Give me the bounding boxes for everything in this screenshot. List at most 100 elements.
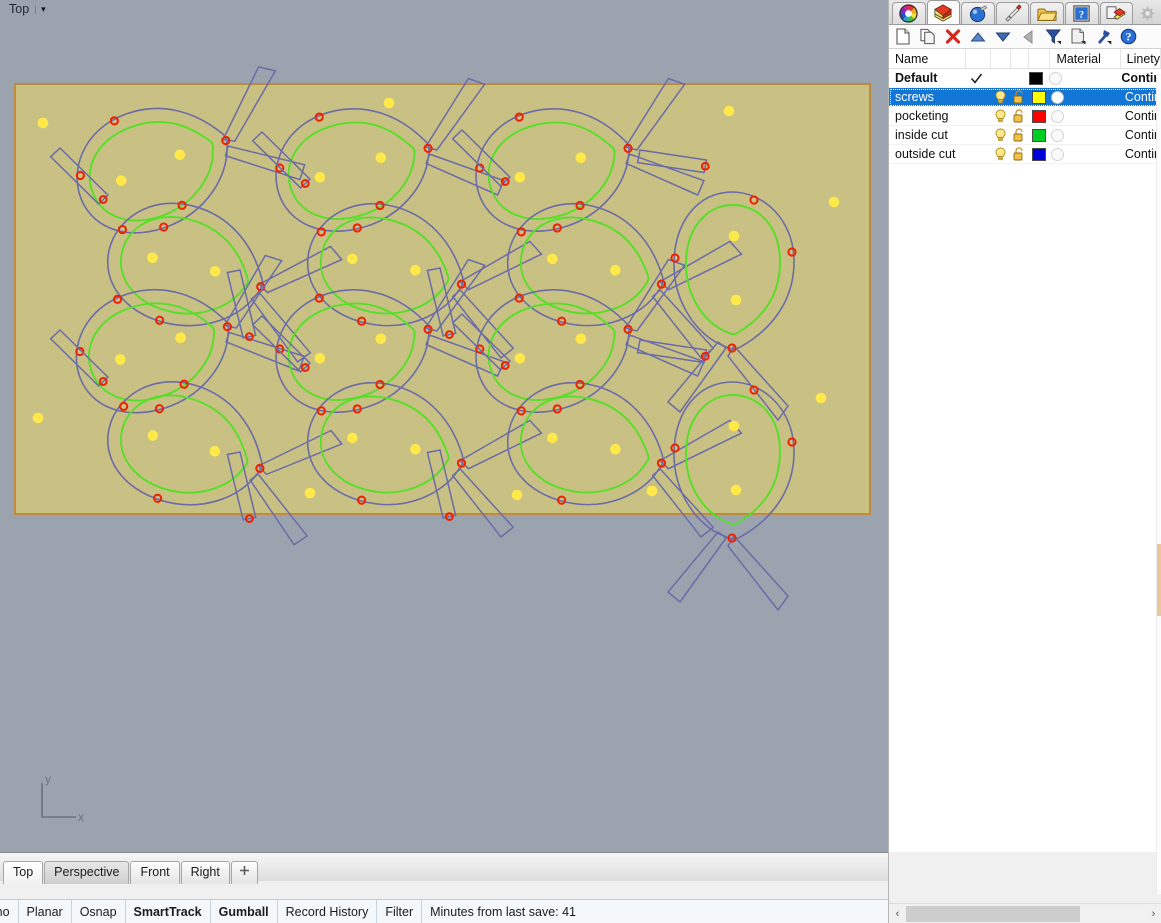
material-plate — [14, 83, 871, 515]
panel-tab-color-wheel[interactable] — [892, 2, 926, 24]
layer-visibility-toggle[interactable] — [991, 90, 1010, 104]
layer-color-swatch[interactable] — [1028, 147, 1049, 161]
tools-button[interactable] — [1091, 26, 1115, 48]
table-row[interactable]: screws Contin — [889, 88, 1161, 107]
new-page-icon — [896, 28, 910, 45]
layer-material[interactable] — [1049, 128, 1119, 142]
copy-layer-button[interactable] — [916, 26, 940, 48]
screw-hole — [815, 392, 827, 404]
unlock-icon — [1013, 147, 1023, 161]
panel-options-gear-button[interactable] — [1134, 2, 1160, 24]
scroll-left-arrow-icon[interactable]: ‹ — [889, 905, 906, 923]
delete-layer-button[interactable] — [941, 26, 965, 48]
table-row[interactable]: inside cut Contin — [889, 126, 1161, 145]
hscroll-thumb[interactable] — [906, 905, 1080, 922]
layer-material[interactable] — [1049, 90, 1119, 104]
properties-button[interactable] — [1066, 26, 1090, 48]
layer-name[interactable]: pocketing — [889, 109, 966, 123]
layer-name[interactable]: screws — [889, 90, 966, 104]
panel-tab-strip[interactable]: ? — [889, 0, 1161, 25]
scroll-right-arrow-icon[interactable]: › — [1145, 905, 1161, 923]
column-header-locked[interactable] — [1011, 49, 1030, 68]
viewport-title-menu[interactable]: Top ▾ — [6, 1, 49, 17]
hscroll-track[interactable] — [906, 905, 1145, 922]
column-header-name[interactable]: Name — [889, 49, 966, 68]
panel-right-edge — [1156, 74, 1161, 894]
current-layer-check[interactable] — [965, 72, 989, 85]
panel-tab-render[interactable] — [961, 2, 995, 24]
close-x-icon — [945, 28, 961, 44]
help-button[interactable]: ? — [1116, 26, 1140, 48]
layer-list[interactable]: Name Material Linety Default Contin scre… — [889, 49, 1161, 894]
layer-list-header: Name Material Linety — [889, 49, 1161, 69]
status-record-history[interactable]: Record History — [278, 900, 378, 923]
layers-icon — [934, 3, 953, 22]
column-header-color[interactable] — [1029, 49, 1051, 68]
layer-linetype[interactable]: Contin — [1119, 128, 1161, 142]
column-header-material[interactable]: Material — [1050, 49, 1121, 68]
layer-name[interactable]: inside cut — [889, 128, 966, 142]
layer-name[interactable]: Default — [889, 71, 965, 85]
column-header-current[interactable] — [966, 49, 992, 68]
panel-tab-paint[interactable] — [995, 2, 1030, 24]
filter-button[interactable] — [1041, 26, 1065, 48]
viewport-tab-front[interactable]: Front — [130, 861, 180, 884]
layer-panel-hscrollbar[interactable]: ‹ › — [889, 903, 1161, 923]
help-question-icon: ? — [1120, 28, 1136, 45]
move-layer-up-button[interactable] — [966, 26, 990, 48]
panel-tab-folder[interactable] — [1030, 2, 1065, 24]
panel-tab-layers[interactable] — [926, 0, 961, 24]
layer-lock-toggle[interactable] — [1010, 90, 1028, 104]
layer-lock-toggle[interactable] — [1010, 128, 1028, 142]
funnel-filter-icon — [1045, 29, 1061, 45]
layer-linetype[interactable]: Contin — [1119, 147, 1161, 161]
viewport-tab-perspective[interactable]: Perspective — [44, 861, 130, 884]
layer-color-swatch[interactable] — [1028, 109, 1049, 123]
status-osnap[interactable]: Osnap — [72, 900, 126, 923]
add-viewport-tab-button[interactable] — [230, 861, 258, 884]
top-viewport[interactable]: Top ▾ y x — [0, 0, 888, 852]
layer-name[interactable]: outside cut — [889, 147, 966, 161]
layer-lock-toggle[interactable] — [1010, 109, 1028, 123]
layer-visibility-toggle[interactable] — [991, 128, 1010, 142]
table-row[interactable]: Default Contin — [889, 69, 1161, 88]
layer-toolbar[interactable]: ? — [889, 25, 1161, 49]
status-planar[interactable]: Planar — [19, 900, 72, 923]
panel-tab-help-window[interactable]: ? — [1065, 2, 1099, 24]
table-row[interactable]: pocketing Contin — [889, 107, 1161, 126]
status-ortho[interactable]: rtho — [0, 900, 19, 923]
lightbulb-icon — [995, 90, 1006, 104]
unlock-icon — [1013, 109, 1023, 123]
layer-lock-toggle[interactable] — [1010, 147, 1028, 161]
status-smarttrack[interactable]: SmartTrack — [126, 900, 211, 923]
column-header-linetype[interactable]: Linety — [1121, 49, 1161, 68]
layer-material[interactable] — [1049, 109, 1119, 123]
axis-y-label: y — [45, 775, 51, 786]
panel-tab-display[interactable] — [1099, 2, 1134, 24]
unlock-icon — [1013, 90, 1023, 104]
viewport-tab-top[interactable]: Top — [3, 861, 44, 884]
layer-visibility-toggle[interactable] — [991, 109, 1010, 123]
layer-linetype[interactable]: Contin — [1115, 71, 1161, 85]
status-gumball[interactable]: Gumball — [211, 900, 278, 923]
move-layer-down-button[interactable] — [991, 26, 1015, 48]
layer-material[interactable] — [1047, 71, 1116, 85]
move-layer-left-button[interactable] — [1016, 26, 1040, 48]
layer-visibility-toggle[interactable] — [991, 147, 1010, 161]
table-row[interactable]: outside cut Contin — [889, 145, 1161, 164]
new-layer-button[interactable] — [891, 26, 915, 48]
plus-icon — [239, 866, 249, 875]
layer-linetype[interactable]: Contin — [1119, 90, 1161, 104]
layer-color-swatch[interactable] — [1026, 71, 1047, 85]
layer-color-swatch[interactable] — [1028, 128, 1049, 142]
column-header-visible[interactable] — [991, 49, 1011, 68]
layer-color-swatch[interactable] — [1028, 90, 1049, 104]
layer-linetype[interactable]: Contin — [1119, 109, 1161, 123]
viewport-tab-bar[interactable]: Top Perspective Front Right — [0, 852, 888, 884]
chevron-down-icon[interactable]: ▾ — [35, 4, 46, 14]
cad-drawing-canvas[interactable] — [0, 0, 888, 852]
screw-hole — [723, 105, 735, 117]
viewport-tab-right[interactable]: Right — [180, 861, 230, 884]
layer-material[interactable] — [1049, 147, 1119, 161]
status-filter[interactable]: Filter — [377, 900, 423, 923]
